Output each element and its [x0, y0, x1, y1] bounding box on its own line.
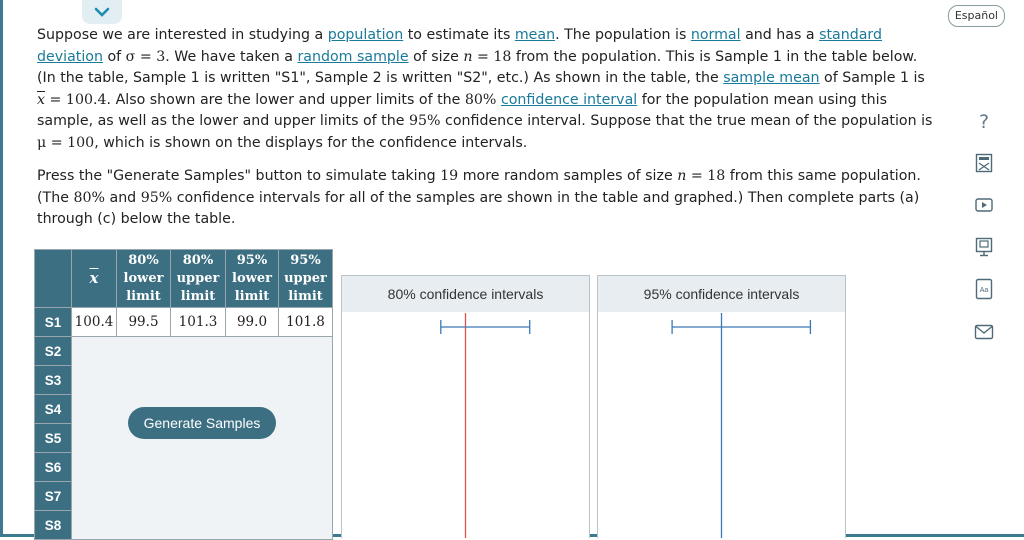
ci95-panel: 95% confidence intervals: [597, 275, 846, 538]
row-label: S2: [34, 336, 72, 366]
row-label: S4: [34, 394, 72, 424]
text-run: of: [102, 48, 126, 65]
math-expr: 80%: [464, 91, 497, 108]
corner-header: [34, 249, 72, 308]
cell-95-upper: 101.8: [278, 307, 333, 337]
term-link[interactable]: mean: [515, 27, 555, 43]
text-run: . We have taken a: [165, 48, 298, 65]
problem-paragraph-2: Press the "Generate Samples" button to s…: [37, 166, 937, 231]
math-expr: = 18: [686, 168, 726, 184]
video-button[interactable]: [970, 191, 998, 219]
math-expr: 95%: [408, 113, 441, 129]
header-80-upper: 80% upper limit: [170, 249, 226, 308]
message-icon: [974, 324, 994, 340]
text-run: and has a: [740, 27, 820, 43]
term-link[interactable]: confidence interval: [501, 92, 637, 108]
row-label: S1: [34, 307, 72, 337]
header-95-upper: 95% upper limit: [278, 249, 333, 308]
text-run: confidence interval. Suppose that the tr…: [440, 113, 933, 129]
samples-table: x 80% lower limit 80% upper limit 95% lower li…: [34, 249, 333, 540]
ci95-plot: [671, 313, 812, 538]
row-label: S6: [34, 452, 72, 482]
math-expr: = 18: [472, 48, 512, 65]
term-link[interactable]: population: [328, 27, 404, 43]
math-expr: 95%: [140, 189, 173, 206]
table-row: S1 100.4 99.5 101.3 99.0 101.8: [34, 307, 333, 337]
problem-statement: Suppose we are interested in studying a …: [37, 25, 937, 231]
help-button[interactable]: ?: [970, 108, 998, 136]
table-row: S2: [34, 336, 333, 540]
glossary-icon: Aa: [975, 278, 993, 300]
header-xbar: x: [71, 249, 117, 308]
term-link[interactable]: sample mean: [723, 70, 819, 86]
math-expr: σ = 3: [125, 48, 166, 65]
term-link[interactable]: normal: [691, 27, 741, 43]
calculator-button[interactable]: [970, 149, 998, 177]
calculator-icon: [975, 153, 993, 173]
ci80-plot: [440, 313, 531, 538]
text-run: , which is shown on the displays for the…: [94, 134, 528, 151]
ci80-panel: 80% confidence intervals: [341, 275, 590, 538]
math-expr: μ = 100: [37, 134, 95, 151]
ci80-title: 80% confidence intervals: [342, 276, 589, 312]
message-button[interactable]: [970, 318, 998, 346]
xbar-symbol: x: [37, 91, 46, 108]
video-icon: [975, 198, 993, 212]
help-icon: ?: [978, 111, 990, 133]
text-run: Press the "Generate Samples" button to s…: [37, 168, 441, 184]
row-label: S7: [34, 481, 72, 511]
text-run: . The population is: [555, 27, 691, 43]
cell-95-lower: 99.0: [225, 307, 279, 337]
glossary-button[interactable]: Aa: [970, 275, 998, 303]
language-button[interactable]: Español: [947, 5, 1005, 27]
left-accent-bar: [0, 0, 3, 537]
cell-80-upper: 101.3: [170, 307, 226, 337]
interval-s1: [440, 320, 531, 334]
cell-xbar: 100.4: [71, 307, 117, 337]
chevron-down-icon: [94, 7, 110, 17]
math-var: n: [677, 168, 687, 184]
row-label: S5: [34, 423, 72, 453]
interval-s1: [671, 320, 812, 334]
collapse-toggle[interactable]: [82, 0, 122, 24]
text-run: to estimate its: [403, 27, 515, 43]
cell-80-lower: 99.5: [116, 307, 171, 337]
textbook-button[interactable]: [970, 233, 998, 261]
text-run: of size: [408, 48, 464, 65]
problem-paragraph-1: Suppose we are interested in studying a …: [37, 25, 937, 154]
text-run: more random samples of size: [458, 168, 678, 184]
math-expr: 19: [440, 168, 459, 184]
svg-text:Aa: Aa: [980, 287, 989, 294]
text-run: of Sample 1 is: [819, 70, 925, 86]
header-80-lower: 80% lower limit: [116, 249, 171, 308]
text-run: . Also shown are the lower and upper lim…: [106, 91, 465, 108]
text-run: and: [104, 189, 141, 206]
generate-samples-button[interactable]: Generate Samples: [128, 407, 276, 439]
row-label: S3: [34, 365, 72, 395]
row-label: S8: [34, 510, 72, 540]
header-95-lower: 95% lower limit: [225, 249, 279, 308]
text-run: Suppose we are interested in studying a: [37, 27, 328, 43]
math-expr: = 100.4: [45, 91, 107, 108]
math-expr: 80%: [73, 189, 105, 206]
textbook-icon: [975, 237, 993, 257]
ci95-title: 95% confidence intervals: [598, 276, 845, 312]
term-link[interactable]: random sample: [297, 49, 408, 65]
